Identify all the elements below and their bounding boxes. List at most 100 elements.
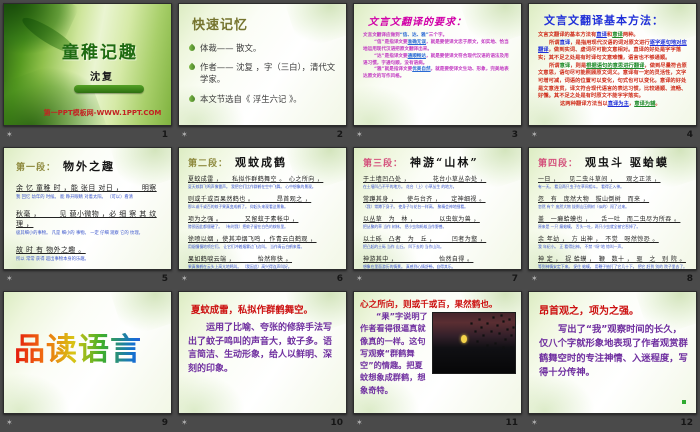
slide-title: 文言文翻译基本方法： [544,14,664,27]
slide-thumbnail-analysis-1[interactable]: 夏蚊成雷，私拟作群鹤舞空。 运用了比喻、夸张的修辞手法写出了蚊子鸣叫的声音大，蚊… [178,291,347,414]
wordart-title: 品读语言 [14,324,171,369]
cover-accent-bar [74,85,144,93]
bullet-text: 本文节选自《 浮生六记 》。 [200,93,302,104]
slide-thumbnail-analysis-3[interactable]: 昂首观之，项为之强。 写出了“我”观察时间的长久，仅八个字就形象地表现了作者观赏… [528,291,697,414]
animation-star-icon[interactable]: ✶ [181,130,188,139]
list-item: 体裁—— 散文。 [187,42,341,54]
annotation-note: （我）常蹲下身子。 使身子与花台一样高。 聚精会神地细看。 [363,204,468,209]
classical-text: 余 忆 童稚 时 ，能 张目 对日 ， 明察 [16,184,157,192]
annotation-note: 原来是 一只 癞蛤蟆。 舌头一吐，两只小虫就全被它吞掉了。 [538,224,641,229]
annotation-note: 极其细小的事物。 凡是 细小的 事物。 一定 仔细 观察 它的 纹理。 [16,231,143,236]
slide-sorter-board: 童稚记趣 沈复 第一PPT模板网-WWW.1PPT.COM ✶ 1 快速记忆 体… [0,0,700,432]
green-mark-decoration [682,400,686,404]
classical-text: 盖 一癞蛤蟆也 ， 舌一吐 而二虫尽为所吞 。 [538,216,681,223]
annotation-note: 想象在里面游历的情景。 真感到心情舒畅，自得其乐。 [363,264,456,269]
slide-number: 9 [161,417,168,428]
annotation-note: 把凸起的土砾 当作 山丘。 凹下去的 当作山沟。 [363,244,444,249]
classical-text: 则或千或百果然鹤也 。 昂首观之 ， [188,196,312,203]
slide-thumbnail-translation-methods[interactable]: 文言文翻译基本方法： 文言文翻译的基本方法有直译和意译两种。 所谓直译，是指用现… [528,3,697,126]
slide-thumbnail-paragraph-4[interactable]: 第四段： 观虫斗 驱蛤蟆 一日 ， 见二虫斗草间 ， 观之正浓 ，有一天。 看见… [528,147,697,270]
quote-line: 心之所向，则或千或百，果然鹤也。 [360,300,498,310]
leaf-bullet-icon [187,94,197,103]
paragraph: 文言文翻译应做到“信、达、雅”三个字。 [363,33,448,38]
paragraph: 所谓意译，则是根据语句的意思进行翻译，做到尽量符合原文意思，语句尽可能照顾原文词… [538,62,687,100]
slide-thumbnail-paragraph-2[interactable]: 第二段： 观蚊成鹤 夏蚊成雷 ， 私拟作群鹤舞空 。 心之所向 ，夏天蚊群飞鸣声… [178,147,347,270]
animation-star-icon[interactable]: ✶ [181,274,188,283]
classical-text: 以土砾 凸者 为 丘 ， 凹者为壑 ， [363,236,487,243]
section-title: 观虫斗 驱蛤蟆 [585,156,669,169]
slide-thumbnail-analysis-2[interactable]: 心之所向，则或千或百，果然鹤也。 “果”字说明了作者看得很逼真就像真的一样。这句… [353,291,522,414]
slide-number: 4 [686,129,693,140]
bullet-text: 作者—— 沈复 ，字（三白），清代文学家。 [200,62,336,85]
slide-number: 2 [336,129,343,140]
bird-flock-specks [433,313,434,314]
slide-title: 文言文翻译的要求： [368,17,467,28]
section-label: 第三段： [363,159,404,169]
annotation-note: 我 年纪小。 正 看得出神。 不禁 “呀”地 惊叫一声。 [538,244,626,249]
slide-number: 8 [686,273,693,284]
thumbnail-footer: ✶ 5 [3,270,172,287]
annotation-note: 忽然 有个 庞然大物 拔倒山压倒树（似的）闯了过来。 [538,204,629,209]
leaf-bullet-icon [187,43,197,53]
slide-number: 5 [161,273,168,284]
animation-star-icon[interactable]: ✶ [356,274,363,283]
animation-star-icon[interactable]: ✶ [6,418,13,427]
slide-cell-10: 夏蚊成雷，私拟作群鹤舞空。 运用了比喻、夸张的修辞手法写出了蚊子鸣叫的声音大，蚊… [175,288,350,432]
annotation-note: 把丛聚的草 当作 树林。 把小虫和蚂蚁当作野兽。 [363,224,447,229]
animation-star-icon[interactable]: ✶ [531,274,538,283]
annotation-note: 在土墙凹凸不平的地方。 花台（上）小草丛生 的地方。 [363,184,457,189]
animation-star-icon[interactable]: ✶ [531,130,538,139]
quote-line: 昂首观之，项为之强。 [539,306,639,317]
annotation-note: 果真像鹤在云头上高亢地鸣叫。 （我因此）高兴得连声叫好。 [188,264,292,269]
paragraph: 这两种翻译方法当以直译为主，意译为辅。 [560,101,661,108]
animation-star-icon[interactable]: ✶ [356,418,363,427]
slide-thumbnail-quick-memory[interactable]: 快速记忆 体裁—— 散文。 作者—— 沈复 ，字（三白），清代文学家。 本文节选… [178,3,347,126]
annotation-note: 有一天。 看见两只虫子在草间相斗。 看得正入神。 [538,184,624,189]
slide-thumbnail-wordart[interactable]: 品读语言 [3,291,172,414]
animation-star-icon[interactable]: ✶ [6,274,13,283]
slide-number: 11 [505,417,518,428]
thumbnail-footer: ✶ 11 [353,414,522,431]
slide-cell-7: 第三段： 神游“山林” 于土墙凹凸处 ， 花台小草丛杂处 ，在土墙凹凸不平的地方… [350,144,525,288]
animation-star-icon[interactable]: ✶ [356,130,363,139]
annotation-note: 用烟慢慢地喷它们。 让它们冲着烟雾边飞边叫。 当作青云白鹤来看。 [188,244,305,249]
animation-star-icon[interactable]: ✶ [181,418,188,427]
text-line-block: 故 时 有 物外之趣 。 所以 常常 获得 超出事物本身的乐趣。 [16,245,163,262]
thumbnail-footer: ✶ 7 [353,270,522,287]
section-title: 观蚊成鹤 [235,156,288,169]
classical-text: 夏蚊成雷 ， 私拟作群鹤舞空 。 心之所向 ， [188,176,324,183]
classical-text: 故 时 有 物外之趣 。 [16,246,86,254]
classical-text: 于土墙凹凸处 ， 花台小草丛杂处 ， [363,176,487,183]
classical-text: 忽 有 庞然大物 拔山倒树 而来 ， [538,196,650,203]
annotation-note: 我 回忆 幼年的 时候。 能 睁开眼睛 对着太阳。 （可以）看清 [16,195,133,200]
ppt-template-url: 第一PPT模板网-WWW.1PPT.COM [43,109,162,117]
thumbnail-footer: ✶ 3 [353,126,522,143]
slide-title: 快速记忆 [192,18,249,33]
thumbnail-footer: ✶ 8 [528,270,697,287]
classical-text: 常蹲其身 ， 使与台齐 ， 定神细视 。 [363,196,486,203]
slide-cell-1: 童稚记趣 沈复 第一PPT模板网-WWW.1PPT.COM ✶ 1 [0,0,175,144]
section-title: 神游“山林” [410,156,479,169]
body-text: 文言文翻译的基本方法有直译和意译两种。 所谓直译，是指用现代汉语的词对原文进行逐… [538,32,687,109]
paragraph: 所谓直译，是指用现代汉语的词对原文进行逐字逐句地对应翻译，做到实词、虚词尽可能文… [538,39,687,62]
cover-author: 沈复 [90,72,114,83]
text-line-block: 余 忆 童稚 时 ，能 张目 对日 ， 明察 我 回忆 幼年的 时候。 能 睁开… [16,183,163,200]
annotation-note: 等到神情安定下来。 捉住 蛤蟆。 用鞭子抽打了它几十下。 把它 赶到 别的 院子… [538,264,687,269]
annotation-note: 所以 常常 获得 超出事物本身的乐趣。 [16,257,89,262]
analysis-text: 写出了“我”观察时间的长久，仅八个字就形象地表现了作者观赏群鹤舞空时的专注神情、… [539,324,688,379]
slide-thumbnail-paragraph-1[interactable]: 第一段： 物外之趣 余 忆 童稚 时 ，能 张目 对日 ， 明察 我 回忆 幼年… [3,147,172,270]
slide-cell-4: 文言文翻译基本方法： 文言文翻译的基本方法有直译和意译两种。 所谓直译，是指用现… [525,0,700,144]
slide-cell-5: 第一段： 物外之趣 余 忆 童稚 时 ，能 张目 对日 ， 明察 我 回忆 幼年… [0,144,175,288]
slide-thumbnail-translation-requirements[interactable]: 文言文翻译的要求： 文言文翻译应做到“信、达、雅”三个字。 “信”是指译文要准确… [353,3,522,126]
slide-thumbnail-cover[interactable]: 童稚记趣 沈复 第一PPT模板网-WWW.1PPT.COM [3,3,172,126]
slide-number: 7 [511,273,518,284]
slide-cell-8: 第四段： 观虫斗 驱蛤蟆 一日 ， 见二虫斗草间 ， 观之正浓 ，有一天。 看见… [525,144,700,288]
thumbnail-footer: ✶ 2 [178,126,347,143]
slide-thumbnail-paragraph-3[interactable]: 第三段： 神游“山林” 于土墙凹凸处 ， 花台小草丛杂处 ，在土墙凹凸不平的地方… [353,147,522,270]
section-label: 第四段： [538,159,579,169]
analysis-with-photo: “果”字说明了作者看得很逼真就像真的一样。这句写观察“群鹤舞空”的情趣。把夏蚊想… [360,310,516,396]
animation-star-icon[interactable]: ✶ [6,130,13,139]
slide-cell-12: 昂首观之，项为之强。 写出了“我”观察时间的长久，仅八个字就形象地表现了作者观赏… [525,288,700,432]
thumbnail-footer: ✶ 9 [3,414,172,431]
animation-star-icon[interactable]: ✶ [531,418,538,427]
